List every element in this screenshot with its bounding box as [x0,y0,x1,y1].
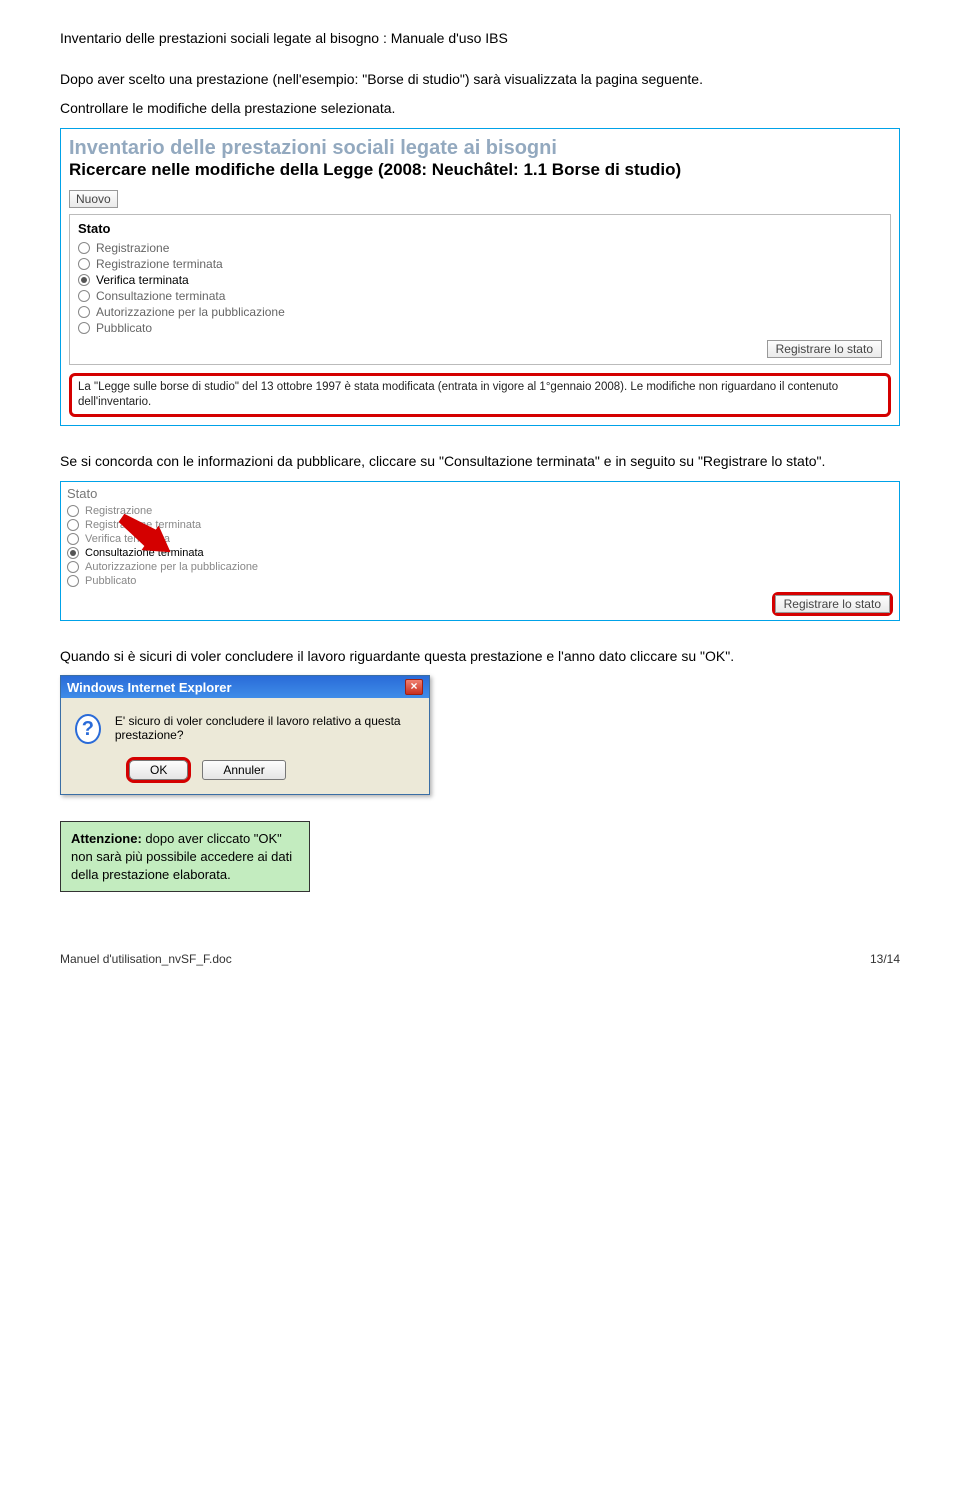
radio-icon [78,274,90,286]
close-icon[interactable]: × [405,679,423,695]
attention-note: Attenzione: dopo aver cliccato "OK" non … [60,821,310,892]
register-state-highlight: Registrare lo stato [772,592,893,616]
ss1-headline: Inventario delle prestazioni sociali leg… [69,137,891,160]
footer-page-number: 13/14 [870,952,900,966]
radio-label: Registrazione [96,241,169,255]
radio-option[interactable]: Verifica terminata [78,272,882,288]
radio-option[interactable]: Consultazione terminata [67,546,893,560]
radio-icon [67,547,79,559]
radio-icon [67,575,79,587]
radio-icon [78,322,90,334]
stato-panel: Stato Registrazione Registrazione termina… [69,214,891,365]
radio-label: Autorizzazione per la pubblicazione [85,561,258,573]
radio-option[interactable]: Registrazione [67,504,893,518]
radio-icon [67,533,79,545]
confirm-dialog: Windows Internet Explorer × ? E' sicuro … [60,675,430,795]
radio-icon [78,290,90,302]
radio-option[interactable]: Verifica terminata [67,532,893,546]
radio-icon [78,258,90,270]
radio-icon [78,242,90,254]
highlighted-modification-text: La "Legge sulle borse di studio" del 13 … [69,373,891,417]
screenshot-1: Inventario delle prestazioni sociali leg… [60,128,900,426]
doc-header: Inventario delle prestazioni sociali leg… [60,30,900,46]
register-state-button[interactable]: Registrare lo stato [767,340,882,358]
radio-group-2: RegistrazioneRegistrazione terminataVeri… [67,504,893,588]
dialog-message: E' sicuro di voler concludere il lavoro … [115,714,415,742]
radio-icon [67,505,79,517]
screenshot-2: Stato RegistrazioneRegistrazione termina… [60,481,900,621]
ok-button[interactable]: OK [129,760,188,780]
radio-option[interactable]: Pubblicato [67,574,893,588]
radio-icon [67,519,79,531]
radio-option[interactable]: Pubblicato [78,320,882,336]
ss1-subhead: Ricercare nelle modifiche della Legge (2… [69,160,891,180]
body-paragraph-4: Quando si è sicuri di voler concludere i… [60,647,900,666]
radio-group-1: Registrazione Registrazione terminata Veri… [78,240,882,336]
radio-label: Autorizzazione per la pubblicazione [96,305,285,319]
stato-label-2: Stato [67,486,893,501]
note-bold: Attenzione: [71,831,142,846]
radio-option[interactable]: Consultazione terminata [78,288,882,304]
radio-label: Pubblicato [85,575,136,587]
radio-option[interactable]: Registrazione terminata [78,256,882,272]
radio-option[interactable]: Autorizzazione per la pubblicazione [67,560,893,574]
cancel-button[interactable]: Annuler [202,760,285,780]
radio-label: Verifica terminata [96,273,189,287]
dialog-titlebar: Windows Internet Explorer × [61,676,429,698]
question-icon: ? [75,714,101,744]
radio-option[interactable]: Registrazione [78,240,882,256]
dialog-title-text: Windows Internet Explorer [67,680,232,695]
radio-icon [67,561,79,573]
body-paragraph-3: Se si concorda con le informazioni da pu… [60,452,900,471]
nuovo-button[interactable]: Nuovo [69,190,118,208]
register-state-button-2[interactable]: Registrare lo stato [775,595,890,613]
radio-label: Registrazione terminata [96,257,223,271]
body-paragraph-2: Controllare le modifiche della prestazio… [60,99,900,118]
stato-label: Stato [78,221,882,236]
radio-icon [78,306,90,318]
radio-option[interactable]: Autorizzazione per la pubblicazione [78,304,882,320]
page-footer: Manuel d'utilisation_nvSF_F.doc 13/14 [60,952,900,966]
radio-label: Pubblicato [96,321,152,335]
footer-filename: Manuel d'utilisation_nvSF_F.doc [60,952,232,966]
radio-option[interactable]: Registrazione terminata [67,518,893,532]
radio-label: Consultazione terminata [96,289,225,303]
body-paragraph-1: Dopo aver scelto una prestazione (nell'e… [60,70,900,89]
